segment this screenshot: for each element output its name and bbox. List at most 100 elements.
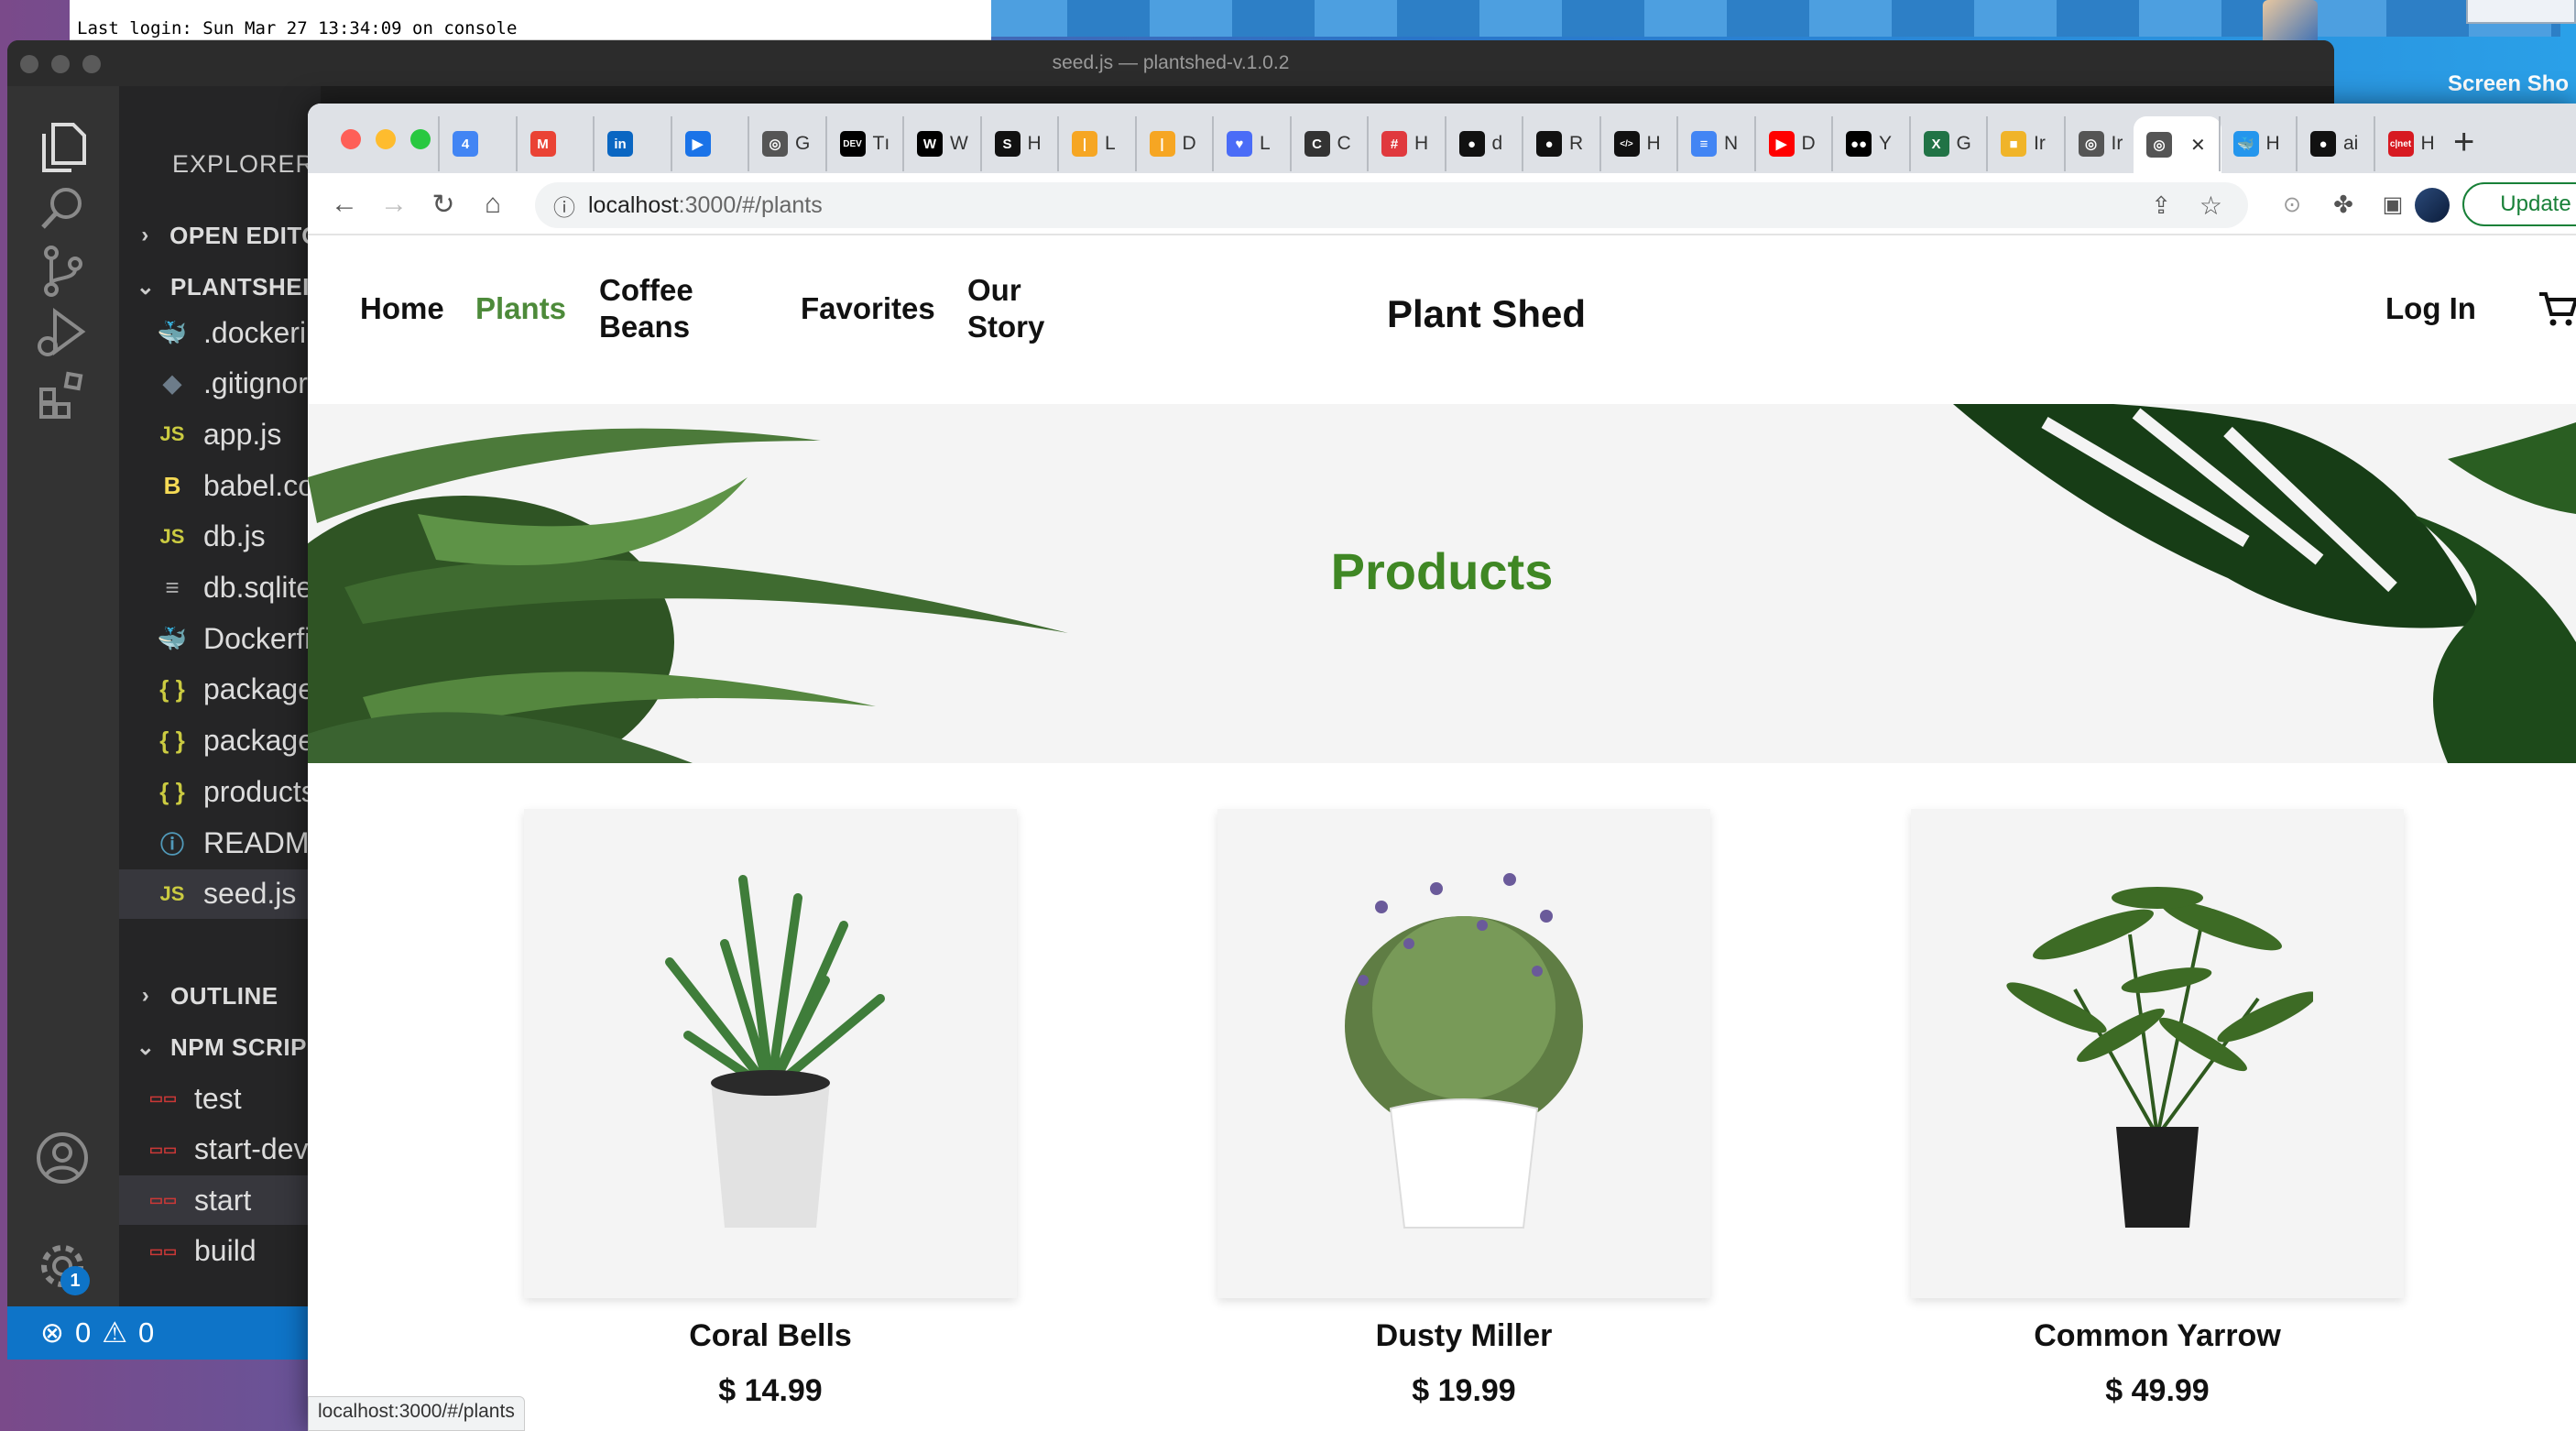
site-brand[interactable]: Plant Shed [1387, 292, 1586, 336]
browser-tab[interactable]: # H [1367, 116, 1445, 171]
browser-tab[interactable]: | D [1134, 116, 1213, 171]
profile-avatar[interactable] [2415, 188, 2450, 223]
address-bar[interactable]: ⓘ localhost:3000/#/plants ⇪ ☆ [535, 182, 2248, 228]
browser-tab[interactable]: ▶ D [1753, 116, 1832, 171]
product-name[interactable]: Common Yarrow [1911, 1318, 2404, 1354]
browser-tab[interactable]: ●● Y [1831, 116, 1909, 171]
nav-plants[interactable]: Plants [475, 290, 566, 327]
update-button[interactable]: Update [2462, 182, 2576, 226]
nav-our-story[interactable]: Our Story [967, 272, 1059, 345]
settings-gear-icon[interactable]: 1 [33, 1237, 92, 1295]
error-icon[interactable]: ⊗ [40, 1316, 64, 1349]
file-item[interactable]: JS db.js [119, 512, 321, 562]
project-section[interactable]: ⌄ PLANTSHEI [119, 262, 321, 311]
open-editors-section[interactable]: › OPEN EDITO [119, 211, 321, 260]
product-card-image[interactable] [524, 809, 1017, 1298]
product-name[interactable]: Coral Bells [524, 1318, 1017, 1354]
file-item[interactable]: { } products [119, 767, 321, 816]
browser-tab[interactable]: SH [979, 116, 1058, 171]
browser-tab[interactable]: ● d [1444, 116, 1523, 171]
file-item[interactable]: 🐳 Dockerfi [119, 614, 321, 663]
explorer-icon[interactable] [33, 117, 92, 176]
browser-tab[interactable]: WW [902, 116, 980, 171]
browser-toolbar: ← → ↻ ⌂ ⓘ localhost:3000/#/plants ⇪ ☆ ⊙ … [308, 173, 2576, 235]
browser-tab[interactable]: ● R [1522, 116, 1599, 171]
zoom-button[interactable] [82, 55, 101, 73]
browser-tab[interactable]: ■ Ir [1986, 116, 2064, 171]
forward-icon[interactable]: → [376, 186, 412, 223]
dev-icon: DEV [839, 131, 866, 157]
tab-title: W [950, 133, 968, 154]
browser-tab[interactable]: </> H [1599, 116, 1677, 171]
browser-tab[interactable]: ◎ Ir [2063, 116, 2142, 171]
desktop-screenshot-thumbnail[interactable] [2466, 0, 2576, 24]
browser-tab[interactable]: in [593, 116, 671, 171]
browser-tab[interactable]: XG [1908, 116, 1987, 171]
close-button[interactable] [20, 55, 38, 73]
file-item[interactable]: { } package [119, 716, 321, 766]
browser-tab[interactable]: | L [1057, 116, 1135, 171]
side-panel-icon[interactable]: ▣ [2374, 186, 2411, 223]
npm-script-item[interactable]: ▭▭ start [119, 1175, 321, 1225]
browser-tab[interactable]: M [515, 116, 594, 171]
share-icon[interactable]: ⇪ [2151, 191, 2171, 220]
close-button[interactable] [341, 129, 361, 149]
browser-tab[interactable]: ♥ L [1212, 116, 1290, 171]
cart-icon[interactable] [2538, 289, 2576, 333]
product-card-image[interactable] [1911, 809, 2404, 1298]
browser-tab[interactable]: ◎ ✕ [2134, 116, 2221, 173]
search-icon[interactable] [33, 180, 92, 238]
account-icon[interactable] [33, 1129, 92, 1187]
npm-script-item[interactable]: ▭▭ test [119, 1074, 321, 1123]
reload-icon[interactable]: ↻ [425, 186, 462, 223]
file-item[interactable]: JS app.js [119, 410, 321, 459]
close-tab-icon[interactable]: ✕ [2190, 134, 2206, 157]
source-control-icon[interactable] [33, 242, 92, 300]
browser-tab[interactable]: ● ai [2296, 116, 2374, 171]
desktop-image-icon[interactable] [2263, 0, 2318, 46]
browser-tab[interactable]: 🐳 H [2218, 116, 2297, 171]
new-tab-button[interactable]: + [2453, 124, 2474, 160]
browser-tab[interactable]: DEV Tı [824, 116, 903, 171]
nav-coffee-beans[interactable]: Coffee Beans [599, 272, 737, 345]
browser-tab[interactable]: CC [1289, 116, 1368, 171]
file-item[interactable]: 🐳 .dockeri [119, 308, 321, 357]
bookmark-star-icon[interactable]: ☆ [2199, 191, 2222, 221]
grid-icon: # [1381, 131, 1407, 157]
run-debug-icon[interactable] [33, 304, 92, 363]
minimize-button[interactable] [376, 129, 396, 149]
outline-section[interactable]: › OUTLINE [119, 971, 321, 1021]
warning-count[interactable]: 0 [138, 1316, 154, 1349]
extension-icon[interactable]: ⊙ [2274, 186, 2310, 223]
browser-tab[interactable]: ≡ N [1676, 116, 1754, 171]
minimize-button[interactable] [51, 55, 70, 73]
product-card-image[interactable] [1217, 809, 1710, 1298]
desktop-screenshot-label[interactable]: Screen Sho [2448, 71, 2569, 97]
site-info-icon[interactable]: ⓘ [553, 190, 575, 222]
zoom-button[interactable] [410, 129, 431, 149]
back-icon[interactable]: ← [326, 186, 363, 223]
file-item[interactable]: JS seed.js [119, 868, 321, 919]
browser-tab[interactable]: c|net H [2373, 116, 2451, 171]
terminal-window[interactable]: Last login: Sun Mar 27 13:34:09 on conso… [70, 0, 991, 40]
nav-home[interactable]: Home [360, 290, 444, 327]
npm-script-item[interactable]: ▭▭ start-dev [119, 1125, 321, 1174]
home-icon[interactable]: ⌂ [475, 186, 511, 223]
file-item[interactable]: ≡ db.sqlite [119, 563, 321, 613]
warning-icon[interactable]: ⚠ [102, 1316, 127, 1349]
nav-favorites[interactable]: Favorites [801, 290, 935, 327]
browser-tab[interactable]: ▶ [670, 116, 748, 171]
file-item[interactable]: ◆ .gitignor [119, 359, 321, 409]
product-name[interactable]: Dusty Miller [1217, 1318, 1710, 1354]
npm-scripts-section[interactable]: ⌄ NPM SCRIP [119, 1022, 321, 1072]
extensions-icon[interactable] [33, 366, 92, 425]
npm-script-item[interactable]: ▭▭ build [119, 1227, 321, 1276]
browser-tab[interactable]: ◎ G [748, 116, 825, 171]
extensions-puzzle-icon[interactable]: ✤ [2325, 186, 2362, 223]
file-item[interactable]: ⓘ READMI [119, 818, 321, 868]
file-item[interactable]: Bbabel.co [119, 461, 321, 510]
file-item[interactable]: { } package [119, 665, 321, 715]
browser-tab[interactable]: 4 [438, 116, 516, 171]
nav-login[interactable]: Log In [2385, 290, 2476, 327]
error-count[interactable]: 0 [75, 1316, 91, 1349]
